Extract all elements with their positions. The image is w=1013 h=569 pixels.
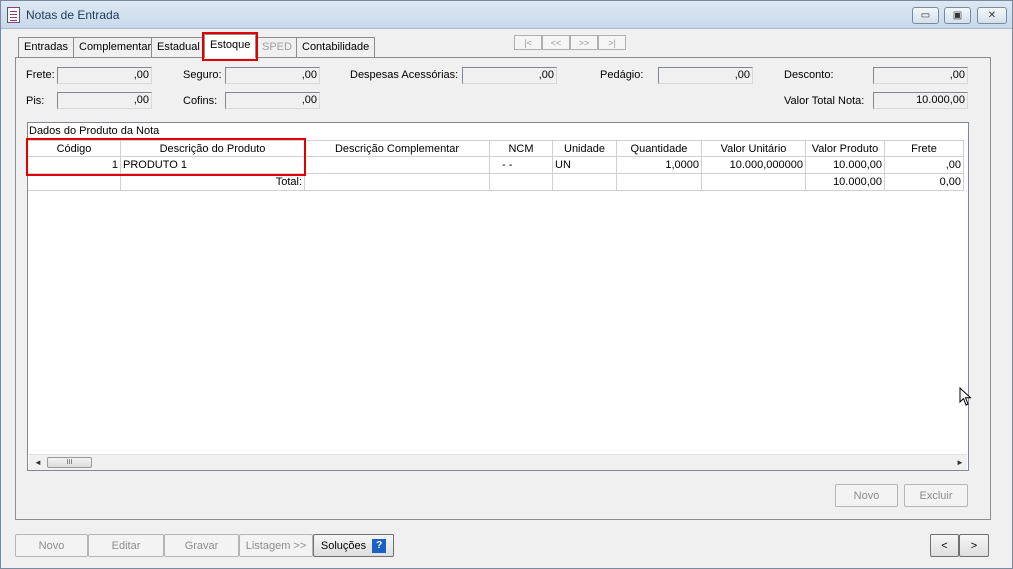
- horizontal-scrollbar[interactable]: ◄ III ►: [29, 454, 967, 470]
- cell-valor-unitario[interactable]: 10.000,000000: [702, 157, 806, 174]
- col-header-unidade[interactable]: Unidade: [553, 140, 617, 157]
- valor-total-label: Valor Total Nota:: [784, 95, 865, 107]
- despesas-field[interactable]: ,00: [462, 67, 557, 84]
- gravar-button[interactable]: Gravar: [164, 534, 239, 557]
- listagem-button[interactable]: Listagem >>: [239, 534, 313, 557]
- tab-entradas[interactable]: Entradas: [18, 37, 75, 57]
- document-icon: [7, 7, 20, 23]
- help-icon: ?: [372, 538, 387, 553]
- pedagio-field[interactable]: ,00: [658, 67, 753, 84]
- grid-novo-button[interactable]: Novo: [835, 484, 898, 507]
- col-header-quantidade[interactable]: Quantidade: [617, 140, 702, 157]
- window-title: Notas de Entrada: [26, 8, 120, 22]
- seguro-label: Seguro:: [183, 69, 222, 81]
- total-valor-produto: 10.000,00: [806, 174, 885, 191]
- product-grid[interactable]: Dados do Produto da Nota Código Descriçã…: [27, 122, 969, 471]
- tab-sped: SPED: [256, 37, 298, 57]
- solucoes-button[interactable]: Soluções ?: [313, 534, 394, 557]
- next-record-button[interactable]: >>: [570, 35, 598, 50]
- first-record-button[interactable]: |<: [514, 35, 542, 50]
- total-cell-valor-unitario: [702, 174, 806, 191]
- tab-complementar[interactable]: Complementar: [73, 37, 158, 57]
- mouse-cursor-icon: [959, 387, 972, 406]
- close-icon: ✕: [987, 10, 997, 21]
- cell-unidade[interactable]: UN: [553, 157, 617, 174]
- frete-field[interactable]: ,00: [57, 67, 152, 84]
- grid-caption: Dados do Produto da Nota: [29, 125, 160, 137]
- minimize-button[interactable]: ▭: [912, 7, 939, 24]
- solucoes-label: Soluções: [320, 539, 367, 552]
- total-cell-codigo: [28, 174, 121, 191]
- cell-quantidade[interactable]: 1,0000: [617, 157, 702, 174]
- cell-descricao[interactable]: PRODUTO 1: [121, 157, 305, 174]
- desconto-label: Desconto:: [784, 69, 834, 81]
- pis-field[interactable]: ,00: [57, 92, 152, 109]
- title-bar: Notas de Entrada ▭ ▣ ✕: [1, 1, 1012, 29]
- total-cell-unidade: [553, 174, 617, 191]
- despesas-label: Despesas Acessórias:: [350, 69, 459, 81]
- scroll-right-icon[interactable]: ►: [956, 458, 964, 467]
- total-cell-quantidade: [617, 174, 702, 191]
- maximize-button[interactable]: ▣: [944, 7, 971, 24]
- col-header-ncm[interactable]: NCM: [490, 140, 553, 157]
- scroll-left-icon[interactable]: ◄: [34, 458, 42, 467]
- pis-label: Pis:: [26, 95, 45, 107]
- cell-valor-produto[interactable]: 10.000,00: [806, 157, 885, 174]
- seguro-field[interactable]: ,00: [225, 67, 320, 84]
- col-header-descricao[interactable]: Descrição do Produto: [121, 140, 305, 157]
- main-window: Notas de Entrada ▭ ▣ ✕ Entradas Compleme…: [0, 0, 1013, 569]
- editar-button[interactable]: Editar: [88, 534, 164, 557]
- novo-button[interactable]: Novo: [15, 534, 88, 557]
- maximize-icon: ▣: [952, 10, 963, 21]
- col-header-valor-unitario[interactable]: Valor Unitário: [702, 140, 806, 157]
- pedagio-label: Pedágio:: [600, 69, 644, 81]
- tab-contabilidade[interactable]: Contabilidade: [296, 37, 376, 57]
- total-cell-ncm: [490, 174, 553, 191]
- last-record-button[interactable]: >|: [598, 35, 626, 50]
- total-cell-complementar: [305, 174, 490, 191]
- col-header-complementar[interactable]: Descrição Complementar: [305, 140, 490, 157]
- cofins-field[interactable]: ,00: [225, 92, 320, 109]
- col-header-frete[interactable]: Frete: [885, 140, 964, 157]
- prev-page-button[interactable]: <: [930, 534, 959, 557]
- frete-label: Frete:: [26, 69, 55, 81]
- close-button[interactable]: ✕: [977, 7, 1007, 24]
- cell-frete[interactable]: ,00: [885, 157, 964, 174]
- scroll-thumb[interactable]: III: [47, 457, 92, 468]
- grid-excluir-button[interactable]: Excluir: [904, 484, 968, 507]
- cell-codigo[interactable]: 1: [28, 157, 121, 174]
- minimize-icon: ▭: [920, 10, 931, 21]
- cofins-label: Cofins:: [183, 95, 218, 107]
- total-label: Total:: [121, 174, 305, 191]
- desconto-field[interactable]: ,00: [873, 67, 968, 84]
- cell-complementar[interactable]: [305, 157, 490, 174]
- tab-estadual[interactable]: Estadual: [151, 37, 206, 57]
- prev-record-button[interactable]: <<: [542, 35, 570, 50]
- next-page-button[interactable]: >: [959, 534, 989, 557]
- tab-estoque[interactable]: Estoque: [204, 34, 257, 58]
- col-header-codigo[interactable]: Código: [28, 140, 121, 157]
- col-header-valor-produto[interactable]: Valor Produto: [806, 140, 885, 157]
- total-frete: 0,00: [885, 174, 964, 191]
- cell-ncm[interactable]: - -: [490, 157, 553, 174]
- valor-total-field[interactable]: 10.000,00: [873, 92, 968, 109]
